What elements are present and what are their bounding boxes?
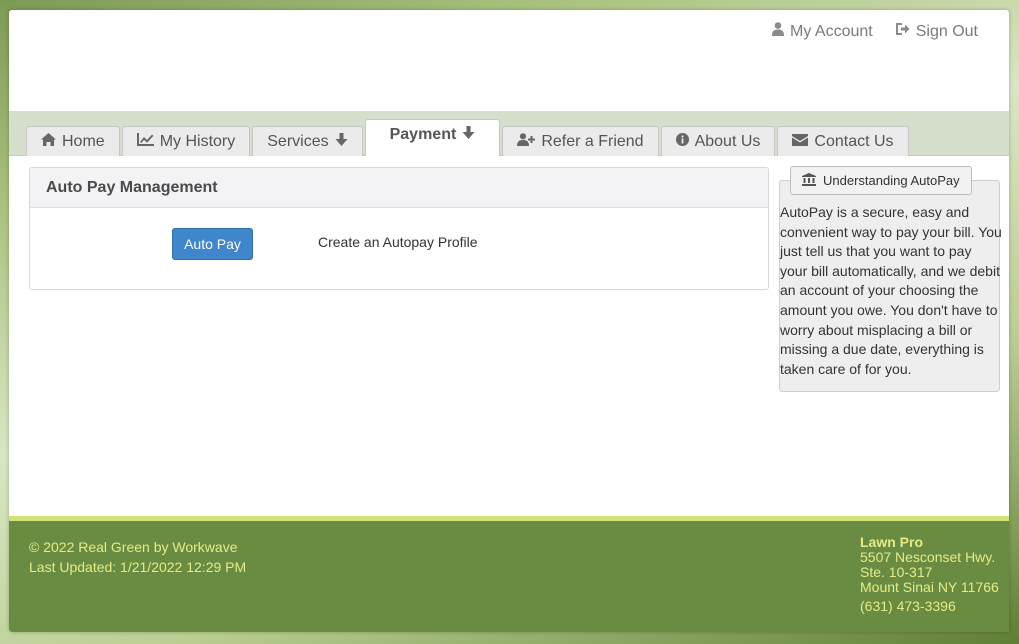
- tab-home[interactable]: Home: [26, 126, 120, 156]
- sign-out-label: Sign Out: [915, 22, 978, 40]
- chart-line-icon: [136, 132, 154, 151]
- panel-title: Auto Pay Management: [30, 168, 768, 208]
- footer-left: © 2022 Real Green by Workwave Last Updat…: [29, 537, 246, 577]
- user-icon: [772, 22, 785, 41]
- tab-my-history[interactable]: My History: [121, 126, 251, 156]
- address-city: Mount Sinai NY 11766: [860, 579, 999, 595]
- company-address: Lawn Pro 5507 Nesconset Hwy. Ste. 10-317…: [860, 535, 999, 614]
- envelope-icon: [792, 133, 809, 151]
- autopay-description: Create an Autopay Profile: [318, 234, 478, 250]
- tab-contact-us[interactable]: Contact Us: [777, 126, 909, 156]
- user-plus-icon: [517, 132, 536, 151]
- address-line-2: Ste. 10-317: [860, 564, 933, 580]
- tab-my-history-label: My History: [159, 132, 236, 150]
- autopay-info-text: AutoPay is a secure, easy and convenient…: [780, 204, 1002, 377]
- tab-about-us-label: About Us: [694, 132, 761, 150]
- last-updated-text: Last Updated: 1/21/2022 12:29 PM: [29, 559, 247, 575]
- auto-pay-panel: Auto Pay Management Auto Pay Create an A…: [29, 167, 769, 290]
- info-circle-icon: [675, 132, 689, 151]
- sign-out-icon: [895, 22, 910, 41]
- tab-contact-us-label: Contact Us: [814, 132, 894, 150]
- arrow-down-icon: [462, 126, 475, 144]
- tab-services-label: Services: [267, 132, 329, 150]
- nav-band: Home My History Services Payment Refer a…: [9, 111, 1009, 156]
- understanding-autopay-label: Understanding AutoPay: [823, 173, 960, 188]
- auto-pay-button[interactable]: Auto Pay: [172, 228, 253, 260]
- tab-payment-label: Payment: [389, 126, 457, 143]
- footer: © 2022 Real Green by Workwave Last Updat…: [9, 516, 1009, 632]
- tab-payment[interactable]: Payment: [364, 119, 501, 156]
- understanding-autopay-button[interactable]: Understanding AutoPay: [790, 166, 972, 195]
- address-line-1: 5507 Nesconset Hwy.: [860, 549, 996, 565]
- company-phone: (631) 473-3396: [860, 598, 956, 614]
- my-account-label: My Account: [790, 22, 873, 40]
- tab-refer-a-friend-label: Refer a Friend: [541, 132, 644, 150]
- company-name: Lawn Pro: [860, 534, 924, 550]
- my-account-link[interactable]: My Account: [772, 22, 873, 41]
- tab-services[interactable]: Services: [252, 126, 363, 156]
- account-bar: My Account Sign Out: [772, 22, 978, 41]
- tab-refer-a-friend[interactable]: Refer a Friend: [502, 126, 659, 156]
- main-tabs: Home My History Services Payment Refer a…: [26, 119, 911, 156]
- copyright-text: © 2022 Real Green by Workwave: [29, 539, 238, 555]
- page-frame: My Account Sign Out Home My History Serv…: [9, 10, 1009, 632]
- tab-about-us[interactable]: About Us: [660, 126, 776, 156]
- bank-icon: [802, 172, 816, 189]
- sign-out-link[interactable]: Sign Out: [895, 22, 978, 41]
- arrow-down-icon: [335, 132, 348, 151]
- tab-home-label: Home: [62, 132, 105, 150]
- home-icon: [41, 132, 56, 151]
